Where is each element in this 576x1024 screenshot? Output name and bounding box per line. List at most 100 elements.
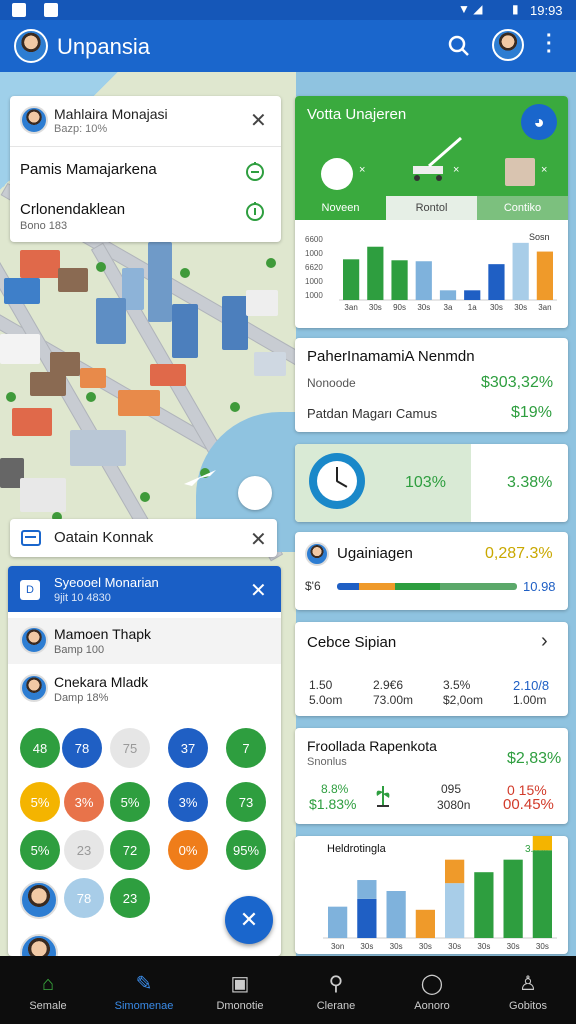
progress-value: 0,287.3% — [485, 545, 553, 562]
more-options-icon[interactable]: · · · — [546, 26, 553, 62]
user-avatar[interactable] — [492, 29, 524, 61]
stat-bottom: 5.0om — [309, 693, 343, 707]
profile-avatar[interactable] — [14, 29, 48, 63]
tab-rontol[interactable]: Rontol — [386, 196, 477, 220]
y-tick-label: 6600 — [305, 235, 323, 244]
map-location-button[interactable] — [238, 476, 272, 510]
stat-bubble[interactable]: 7 — [226, 728, 266, 768]
chat-icon: ◯ — [420, 973, 444, 995]
timer-icon[interactable] — [244, 160, 266, 182]
progress-right-label: 10.98 — [523, 579, 556, 594]
stat-bubble[interactable]: 73 — [226, 782, 266, 822]
ball-icon — [321, 158, 353, 190]
froll-left-bottom: $1.83% — [309, 796, 357, 812]
stat-bubble[interactable]: 5% — [110, 782, 150, 822]
list-item-name: Mamoen Thapk — [54, 626, 152, 642]
search-icon: ⚲ — [328, 973, 344, 995]
votta-title: Votta Unajeren — [307, 106, 407, 123]
edit-icon: ✎ — [135, 973, 153, 995]
nav-item[interactable]: ⌂ Semale — [0, 966, 96, 1024]
mark: × — [453, 164, 460, 176]
nav-item[interactable]: ▣ Dmonotie — [192, 966, 288, 1024]
stat-bubble[interactable]: 5% — [20, 830, 60, 870]
row-sub: Bono 183 — [20, 220, 68, 232]
y-tick-label: 1000 — [305, 277, 323, 286]
close-icon[interactable]: ✕ — [250, 108, 267, 133]
nav-label: Gobitos — [509, 1000, 547, 1012]
cebce-card[interactable]: Cebce Sipian › 1.50 5.0om 2.9€6 73.00m 3… — [295, 622, 568, 716]
nav-label: Clerane — [316, 1000, 356, 1012]
timer-icon[interactable] — [244, 200, 266, 222]
stat-bubble[interactable]: 3% — [64, 782, 104, 822]
froll-left-top: 8.8% — [321, 782, 349, 796]
avatar[interactable] — [20, 934, 58, 956]
nav-item[interactable]: ♙ Gobitos — [480, 966, 576, 1024]
house-icon — [505, 158, 535, 186]
search-card[interactable]: Oatain Konnak ✕ — [10, 519, 277, 557]
chevron-right-icon[interactable]: › — [541, 630, 548, 653]
clock-card: 103% 3.38% — [295, 444, 568, 522]
stacked-bar-chart: Heldrotingla3.3%3on30s30s30s30s30s30s30s — [323, 836, 557, 951]
chart-bar — [503, 859, 523, 938]
wifi-icon: ▼ ◢ — [458, 2, 483, 16]
stat-bubble[interactable]: 0% — [168, 830, 208, 870]
list-header: D Syeooel Monarian 9jit 10 4830 ✕ — [8, 566, 281, 612]
x-tick-label: 3a — [444, 303, 453, 312]
airplane-icon — [184, 470, 216, 486]
stat-bubble[interactable]: 78 — [64, 878, 104, 918]
stat-bubble[interactable]: 23 — [64, 830, 104, 870]
chart-bar — [391, 260, 408, 300]
list-item[interactable]: Mamoen Thapk Bamp 100 — [8, 618, 281, 664]
battery-icon: ▮ — [512, 2, 519, 16]
nav-item[interactable]: ⚲ Clerane — [288, 966, 384, 1024]
stat-bubble[interactable]: 78 — [62, 728, 102, 768]
froll-mid-bottom: 3080n — [437, 798, 471, 812]
close-icon[interactable]: ✕ — [250, 578, 267, 603]
list-item-sub: Bamp 100 — [54, 644, 105, 656]
chart-bar — [415, 261, 432, 300]
x-tick-label: 3an — [344, 303, 357, 312]
chart-bar — [474, 872, 494, 938]
nav-item[interactable]: ✎ Simomenae — [96, 966, 192, 1024]
tab-contiko[interactable]: Contiko — [477, 196, 568, 220]
y-tick-label: 1000 — [305, 249, 323, 258]
progress-left-label: $'6 — [305, 579, 321, 593]
x-tick-label: 3an — [538, 303, 551, 312]
pah-title: PaherInamamiA Nenmdn — [307, 348, 475, 365]
stat-bubble[interactable]: 72 — [110, 830, 150, 870]
avatar — [20, 674, 48, 702]
row-label: Crlonendaklean — [20, 201, 126, 218]
chart-bar — [357, 898, 377, 938]
chart-bar — [532, 850, 552, 938]
stat-bubble[interactable]: 48 — [20, 728, 60, 768]
chart-bar — [343, 259, 360, 300]
avatar[interactable] — [20, 881, 58, 919]
x-tick-label: 30s — [417, 303, 430, 312]
stat-bubble[interactable]: 5% — [20, 782, 60, 822]
stat-bubble[interactable]: 23 — [110, 878, 150, 918]
globe-icon[interactable]: ◕ — [521, 104, 557, 140]
nav-item[interactable]: ◯ Aonoro — [384, 966, 480, 1024]
tab-noveen[interactable]: Noveen — [295, 196, 386, 220]
x-tick-label: 30s — [369, 303, 382, 312]
nav-label: Aonoro — [414, 1000, 450, 1012]
votta-card: Votta Unajeren ◕ × × × Noveen Rontol Con… — [295, 96, 568, 328]
stat-bubble[interactable]: 37 — [168, 728, 208, 768]
y-tick-label: 6620 — [305, 263, 323, 272]
froll-mid-top: 095 — [441, 782, 462, 796]
plant-icon — [376, 786, 390, 807]
search-icon[interactable] — [447, 34, 471, 58]
nav-label: Semale — [29, 1000, 67, 1012]
chart-bar — [439, 290, 457, 300]
x-tick-label: 30s — [448, 942, 461, 951]
close-icon[interactable]: ✕ — [250, 527, 267, 552]
progress-bar — [337, 583, 517, 590]
stat-bubble[interactable]: 95% — [226, 830, 266, 870]
x-tick-label: 30s — [507, 942, 520, 951]
list-item[interactable]: Cnekara Mladk Damp 18% — [8, 666, 281, 712]
stat-bubble[interactable]: 3% — [168, 782, 208, 822]
person-icon: ♙ — [519, 973, 537, 995]
x-tick-label: 30s — [360, 942, 373, 951]
stat-bubble[interactable]: 75 — [110, 728, 150, 768]
close-fab-button[interactable]: ✕ — [225, 896, 273, 944]
